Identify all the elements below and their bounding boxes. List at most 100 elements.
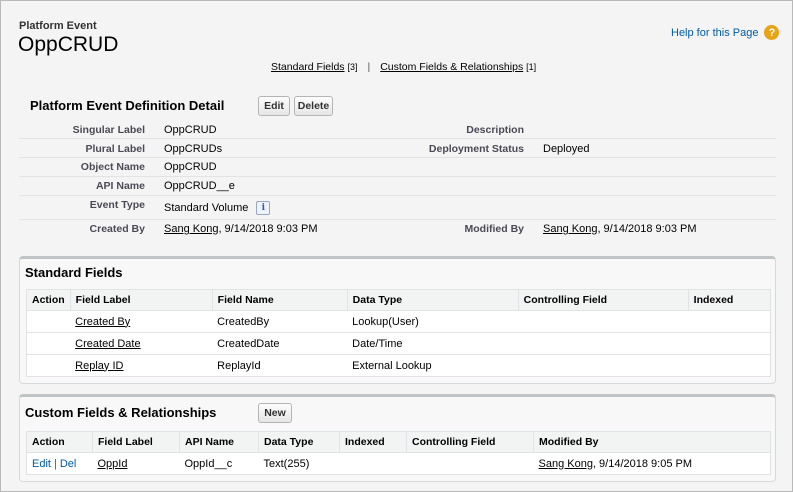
- created-by-user-link[interactable]: Sang Kong: [164, 223, 218, 235]
- info-icon[interactable]: i: [256, 201, 271, 215]
- standard-fields-count: [3]: [347, 62, 358, 72]
- help-link[interactable]: Help for this Page ?: [671, 25, 780, 40]
- standard-fields-link[interactable]: Standard Fields: [271, 61, 345, 73]
- event-type-label: Event Type: [89, 199, 145, 211]
- action-cell: [26, 354, 71, 377]
- plural-label: Plural Label: [85, 143, 145, 155]
- new-button[interactable]: New: [258, 403, 292, 423]
- table-row: Created By CreatedBy Lookup(User): [26, 310, 771, 333]
- delete-link[interactable]: Del: [60, 458, 77, 470]
- action-separator: |: [53, 457, 57, 470]
- detail-row-api-name: API Name OppCRUD__e: [19, 177, 776, 196]
- data-type-cell: Lookup(User): [347, 310, 519, 333]
- detail-title: Platform Event Definition Detail: [30, 98, 225, 113]
- deployment-label: Deployment Status: [428, 143, 524, 155]
- action-cell: [26, 332, 71, 355]
- api-name-cell: OppId__c: [179, 452, 259, 475]
- standard-fields-table: Action Field Label Field Name Data Type …: [26, 289, 772, 377]
- field-name-cell: ReplayId: [212, 354, 348, 377]
- delete-button[interactable]: Delete: [294, 96, 333, 116]
- indexed-cell: [339, 452, 407, 475]
- field-label-cell: Replay ID: [70, 354, 213, 377]
- detail-row-plural: Plural Label OppCRUDs Deployment Status …: [19, 139, 776, 158]
- field-label-link[interactable]: OppId: [98, 458, 128, 470]
- object-name-label: Object Name: [80, 161, 145, 173]
- deployment-value: Deployed: [543, 143, 590, 155]
- table-row: Created Date CreatedDate Date/Time: [26, 332, 771, 355]
- standard-fields-title: Standard Fields: [25, 265, 123, 280]
- detail-row-created-by: Created By Sang Kong, 9/14/2018 9:03 PM …: [19, 220, 776, 239]
- field-name-cell: CreatedDate: [212, 332, 348, 355]
- column-header: Action: [26, 289, 71, 311]
- column-header: Data Type: [258, 431, 340, 453]
- table-row: Edit | Del OppId OppId__c Text(255) Sang K…: [26, 452, 771, 475]
- created-by-date: , 9/14/2018 9:03 PM: [218, 223, 318, 235]
- related-list-links: Standard Fields [3] | Custom Fields & Re…: [271, 61, 536, 73]
- custom-fields-link[interactable]: Custom Fields & Relationships: [380, 61, 523, 73]
- column-header: Action: [26, 431, 93, 453]
- standard-fields-section: Standard Fields Action Field Label Field…: [19, 256, 776, 384]
- page-subtitle: Platform Event: [19, 20, 97, 32]
- modified-by-value: Sang Kong, 9/14/2018 9:03 PM: [543, 223, 697, 235]
- api-name-label: API Name: [95, 180, 145, 192]
- field-label-cell: Created Date: [70, 332, 213, 355]
- indexed-cell: [688, 354, 771, 377]
- custom-fields-title: Custom Fields & Relationships: [25, 405, 217, 420]
- table-row: Replay ID ReplayId External Lookup: [26, 354, 771, 377]
- table-header-row: Action Field Label API Name Data Type In…: [26, 431, 771, 453]
- event-type-value: Standard Volume: [164, 201, 249, 214]
- indexed-cell: [688, 332, 771, 355]
- table-header-row: Action Field Label Field Name Data Type …: [26, 289, 772, 311]
- indexed-cell: [688, 310, 771, 333]
- modified-by-user-link[interactable]: Sang Kong: [543, 223, 597, 235]
- edit-link[interactable]: Edit: [32, 458, 51, 470]
- modified-by-user-link[interactable]: Sang Kong: [539, 458, 593, 470]
- column-header: Field Name: [211, 289, 348, 311]
- custom-fields-table: Action Field Label API Name Data Type In…: [26, 431, 771, 475]
- data-type-cell: External Lookup: [347, 354, 519, 377]
- action-cell: Edit | Del: [26, 452, 93, 475]
- data-type-cell: Date/Time: [347, 332, 519, 355]
- column-header: Indexed: [687, 289, 772, 311]
- page-frame: Platform Event OppCRUD Help for this Pag…: [0, 0, 793, 492]
- column-header: Controlling Field: [517, 289, 689, 311]
- page-title: OppCRUD: [18, 33, 119, 56]
- custom-fields-section: Custom Fields & Relationships New Action…: [19, 394, 776, 482]
- singular-value: OppCRUD: [164, 124, 217, 136]
- edit-button[interactable]: Edit: [258, 96, 290, 116]
- field-label-link[interactable]: Replay ID: [75, 360, 123, 372]
- links-separator: |: [367, 61, 371, 73]
- column-header: Controlling Field: [406, 431, 534, 453]
- api-name-value: OppCRUD__e: [164, 180, 235, 192]
- custom-fields-count: [1]: [526, 62, 537, 72]
- controlling-field-cell: [518, 354, 689, 377]
- column-header: Indexed: [339, 431, 407, 453]
- field-label-link[interactable]: Created Date: [75, 338, 140, 350]
- column-header: Modified By: [533, 431, 771, 453]
- event-type-field: Standard Volume i: [164, 201, 271, 215]
- field-label-cell: Created By: [70, 310, 213, 333]
- modified-by-cell: Sang Kong, 9/14/2018 9:05 PM: [533, 452, 771, 475]
- column-header: Data Type: [346, 289, 519, 311]
- controlling-field-cell: [518, 332, 689, 355]
- detail-row-singular: Singular Label OppCRUD Description: [19, 120, 776, 139]
- created-by-label: Created By: [89, 223, 145, 235]
- data-type-cell: Text(255): [258, 452, 340, 475]
- field-label-link[interactable]: Created By: [75, 316, 130, 328]
- modified-by-label: Modified By: [464, 223, 525, 235]
- detail-row-event-type: Event Type Standard Volume i: [19, 196, 776, 220]
- description-label: Description: [466, 124, 524, 136]
- help-label[interactable]: Help for this Page: [671, 27, 758, 39]
- help-icon[interactable]: ?: [764, 25, 780, 40]
- column-header: API Name: [179, 431, 259, 453]
- action-cell: [26, 310, 71, 333]
- object-name-value: OppCRUD: [164, 161, 217, 173]
- singular-label: Singular Label: [72, 124, 145, 136]
- plural-value: OppCRUDs: [164, 143, 223, 155]
- controlling-field-cell: [518, 310, 689, 333]
- detail-section: Platform Event Definition Detail Edit De…: [19, 89, 776, 245]
- field-label-cell: OppId: [92, 452, 180, 475]
- field-name-cell: CreatedBy: [212, 310, 348, 333]
- column-header: Field Label: [69, 289, 213, 311]
- controlling-field-cell: [406, 452, 534, 475]
